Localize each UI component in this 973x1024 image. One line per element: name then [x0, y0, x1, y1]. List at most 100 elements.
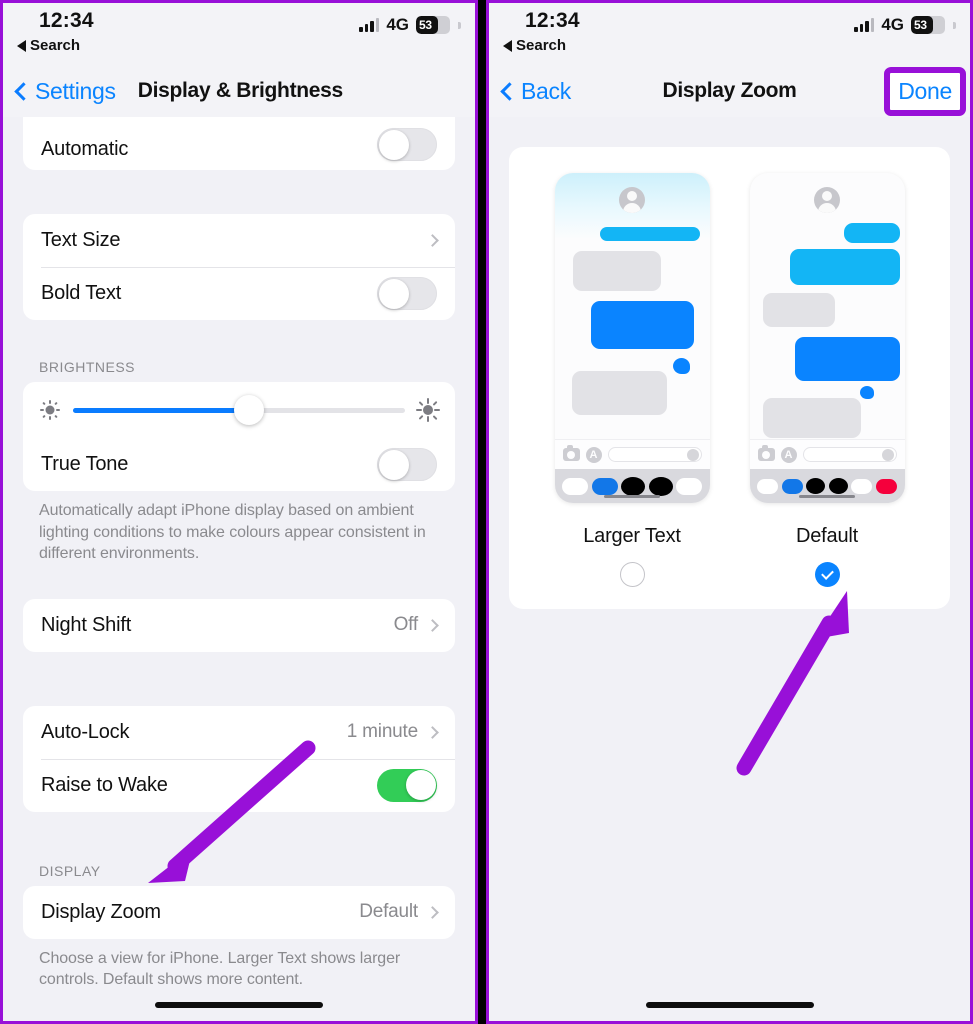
- settings-scroll-area[interactable]: Automatic Text Size Bold Text BRIGHTNESS: [3, 117, 475, 1021]
- brightness-slider-track[interactable]: [73, 395, 405, 425]
- message-input-field: [802, 447, 897, 462]
- preview-row: Larger Text: [509, 173, 950, 587]
- row-bold-text[interactable]: Bold Text: [23, 267, 455, 320]
- nav-bar-right: Back Display Zoom Done: [489, 65, 970, 117]
- row-label-night-shift: Night Shift: [41, 613, 132, 636]
- home-indicator-left: [155, 1002, 323, 1008]
- row-label-display-zoom: Display Zoom: [41, 900, 161, 923]
- row-label-text-size: Text Size: [41, 229, 121, 251]
- display-zoom-content: Larger Text: [489, 117, 970, 1021]
- row-night-shift[interactable]: Night Shift Off: [23, 599, 455, 652]
- dock-item: [851, 478, 873, 494]
- home-indicator-right: [645, 1002, 814, 1008]
- message-input-bar: [554, 439, 710, 469]
- message-input-field: [607, 447, 702, 462]
- status-back-to-app[interactable]: Search: [17, 37, 80, 54]
- battery-percent-label: 53: [914, 18, 927, 32]
- brightness-section: BRIGHTNESS True Tone Automatically adapt…: [3, 359, 475, 565]
- dock-item: [875, 478, 897, 494]
- screenshot-stage: 12:34 Search 4G 53 Settings Display & Br…: [0, 0, 973, 1024]
- option-default[interactable]: Default: [749, 173, 905, 587]
- done-button[interactable]: Done: [898, 78, 952, 104]
- status-back-to-app[interactable]: Search: [503, 37, 566, 54]
- triangle-left-icon: [17, 39, 26, 52]
- app-store-icon: [780, 446, 797, 463]
- message-input-bar: [749, 439, 905, 469]
- brightness-slider-fill: [73, 407, 249, 413]
- brightness-high-icon: [416, 398, 440, 422]
- toggle-raise-to-wake[interactable]: [377, 768, 437, 802]
- toggle-knob: [378, 129, 409, 160]
- row-auto-lock[interactable]: Auto-Lock 1 minute: [23, 706, 455, 759]
- row-brightness-slider[interactable]: [23, 382, 455, 438]
- radio-default-selected[interactable]: [814, 562, 840, 587]
- section-header-display: DISPLAY: [39, 862, 101, 879]
- battery-percent-label: 53: [419, 18, 432, 32]
- message-bubble: [571, 371, 667, 415]
- message-bubble-small: [672, 358, 690, 374]
- toggle-automatic[interactable]: [377, 128, 437, 161]
- signal-bars-icon: [359, 18, 380, 32]
- row-value-display-zoom: Default: [359, 901, 418, 923]
- status-back-label: Search: [516, 37, 567, 54]
- triangle-left-icon: [503, 39, 512, 52]
- toggle-bold-text[interactable]: [377, 277, 437, 310]
- done-button-highlight: Done: [884, 67, 966, 116]
- toggle-true-tone[interactable]: [377, 448, 437, 481]
- message-bubble: [599, 227, 700, 241]
- status-back-label: Search: [30, 37, 81, 54]
- footnote-display-zoom: Choose a view for iPhone. Larger Text sh…: [39, 949, 401, 989]
- status-time: 12:34: [525, 9, 580, 32]
- signal-bars-icon: [854, 18, 875, 32]
- contact-avatar-icon: [619, 187, 645, 213]
- chevron-left-icon: [14, 81, 33, 101]
- message-bubble: [572, 251, 661, 291]
- dock-item: [828, 478, 848, 494]
- row-raise-to-wake[interactable]: Raise to Wake: [23, 758, 455, 812]
- message-bubble: [762, 293, 835, 327]
- back-button-settings[interactable]: Settings: [14, 78, 116, 105]
- section-header-brightness: BRIGHTNESS: [39, 359, 136, 375]
- radio-larger-text[interactable]: [619, 562, 645, 587]
- brightness-group: True Tone: [23, 382, 455, 491]
- page-title: Display & Brightness: [137, 79, 344, 102]
- brightness-low-icon: [39, 399, 61, 421]
- row-label-bold-text: Bold Text: [41, 282, 122, 304]
- dock-item: [562, 477, 588, 495]
- battery-tip: [953, 21, 956, 29]
- mic-icon: [881, 449, 894, 461]
- row-accessory: Off: [394, 614, 439, 636]
- mock-home-indicator: [799, 495, 855, 498]
- dock-item: [591, 477, 618, 495]
- dock-item: [621, 476, 645, 496]
- dock-item: [806, 478, 826, 494]
- left-phone-screen: 12:34 Search 4G 53 Settings Display & Br…: [0, 0, 478, 1024]
- status-time: 12:34: [39, 9, 94, 32]
- mic-icon: [686, 449, 699, 461]
- brightness-slider-knob[interactable]: [233, 395, 264, 425]
- row-display-zoom[interactable]: Display Zoom Default: [23, 886, 455, 939]
- battery-icon: 53: [416, 16, 450, 34]
- row-label-automatic: Automatic: [41, 138, 129, 160]
- battery-tip: [458, 21, 461, 29]
- chevron-right-icon: [426, 618, 439, 632]
- footnote-true-tone: Automatically adapt iPhone display based…: [39, 502, 426, 563]
- right-phone-screen: 12:34 Search 4G 53 Back Display Zoom Don…: [486, 0, 973, 1024]
- app-store-icon: [585, 446, 602, 463]
- row-text-size[interactable]: Text Size: [23, 214, 455, 267]
- network-type-label: 4G: [386, 15, 409, 34]
- camera-icon: [757, 445, 775, 461]
- toggle-knob: [378, 278, 409, 309]
- lock-group: Auto-Lock 1 minute Raise to Wake: [23, 705, 455, 812]
- preview-larger-text: [554, 173, 710, 503]
- row-true-tone[interactable]: True Tone: [23, 438, 455, 491]
- row-accessory: 1 minute: [347, 721, 439, 743]
- row-automatic[interactable]: Automatic: [23, 117, 455, 170]
- option-label-larger-text: Larger Text: [583, 525, 681, 547]
- night-shift-group: Night Shift Off: [23, 598, 455, 652]
- dock-item: [757, 478, 779, 494]
- option-larger-text[interactable]: Larger Text: [554, 173, 710, 587]
- mock-home-indicator: [604, 495, 660, 498]
- nav-bar-left: Settings Display & Brightness: [3, 65, 475, 117]
- preview-default: [749, 173, 905, 503]
